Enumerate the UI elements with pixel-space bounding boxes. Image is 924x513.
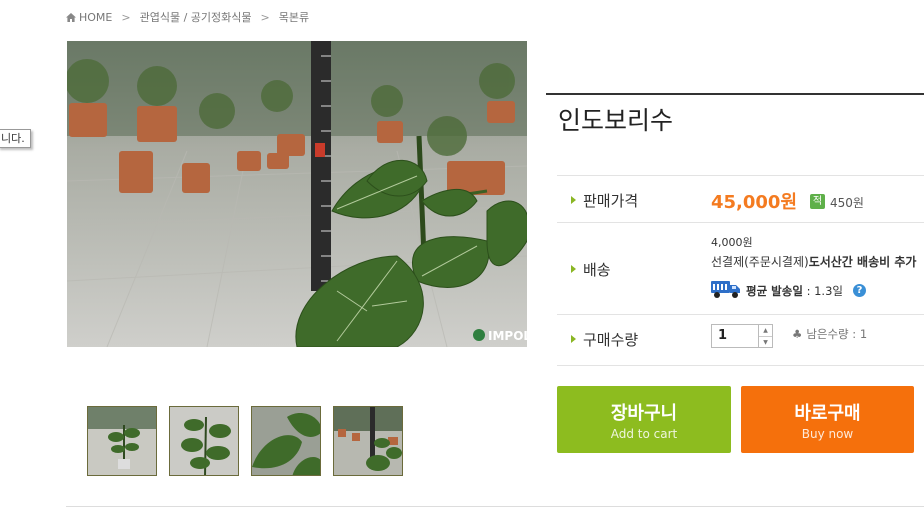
point-icon: 적 [810,194,825,209]
shipping-label: 배송 [571,259,611,280]
breadcrumb-subcategory[interactable]: 목본류 [279,11,309,24]
bullet-triangle-icon [571,335,576,343]
thumbnail-3[interactable] [251,406,321,476]
breadcrumb-separator: > [121,11,131,24]
help-icon[interactable]: ? [853,284,866,297]
info-divider [557,222,924,223]
club-icon: ♣ [792,327,803,341]
stepper-down-icon[interactable]: ▼ [759,336,772,348]
point-value: 450원 [830,196,864,210]
cart-button-label: 장바구니 [610,403,678,424]
info-divider [557,365,924,366]
thumbnail-2[interactable] [169,406,239,476]
quantity-stepper[interactable]: ▲ ▼ [759,324,773,348]
truck-icon [711,279,741,303]
tooltip-fragment: 니다. [0,129,31,148]
breadcrumb-category[interactable]: 관엽식물 / 공기정화식물 [140,11,252,24]
breadcrumb-home[interactable]: HOME [79,11,112,24]
thumbnail-4[interactable] [333,406,403,476]
buy-now-button[interactable]: 바로구매 Buy now [741,386,914,453]
bullet-triangle-icon [571,265,576,273]
thumbnail-1[interactable] [87,406,157,476]
bullet-triangle-icon [571,196,576,204]
breadcrumb: HOME > 관엽식물 / 공기정화식물 > 목본류 [66,9,309,25]
cart-button-sublabel: Add to cart [610,427,678,441]
main-product-image[interactable]: IMPOL [67,41,527,347]
price-label: 판매가격 [571,190,638,211]
avg-shipping-days: 평균 발송일 : 1.3일 [746,284,843,298]
buy-button-label: 바로구매 [794,403,861,424]
product-title: 인도보리수 [558,106,674,135]
home-icon[interactable] [66,12,76,25]
remaining-quantity: ♣ 남은수량 : 1 [792,327,868,341]
quantity-label: 구매수량 [571,329,638,350]
section-divider [66,506,924,507]
buy-button-sublabel: Buy now [801,427,854,441]
info-divider [557,314,924,315]
watermark-text: IMPOL [488,329,527,343]
stepper-up-icon[interactable]: ▲ [759,325,772,336]
add-to-cart-button[interactable]: 장바구니 Add to cart [557,386,731,453]
price-value: 45,000원 [711,192,798,213]
shipping-method: 선결제(주문시결제)도서산간 배송비 추가 [711,255,917,269]
shipping-cost: 4,000원 [711,236,753,249]
quantity-input[interactable]: 1 [711,324,759,348]
info-divider [557,175,924,176]
breadcrumb-separator: > [260,11,270,24]
title-divider [546,93,924,95]
